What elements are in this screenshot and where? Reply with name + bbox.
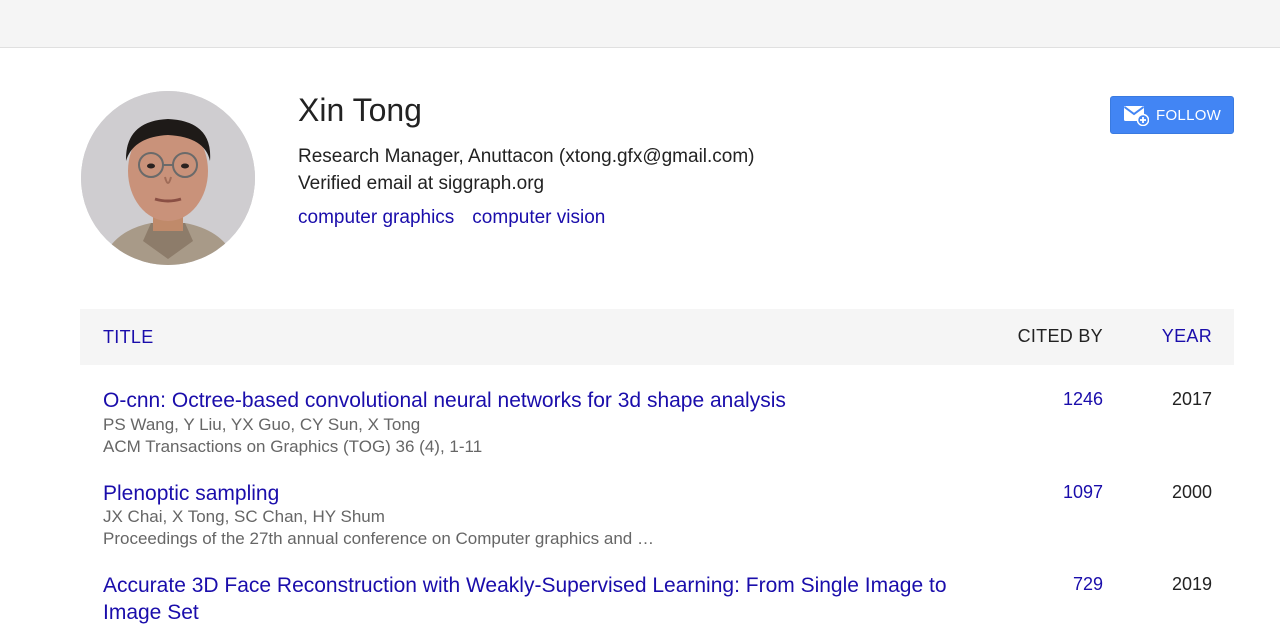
email-plus-icon (1123, 104, 1149, 126)
sort-by-year[interactable]: YEAR (1162, 326, 1212, 347)
cited-by-link[interactable]: 1097 (1063, 482, 1103, 503)
paper-year: 2017 (1171, 389, 1212, 409)
follow-button[interactable]: FOLLOW (1110, 96, 1234, 134)
paper-year: 2019 (1171, 574, 1212, 594)
profile-name: Xin Tong (298, 92, 422, 128)
paper-authors: JX Chai, X Tong, SC Chan, HY Shum (103, 507, 385, 526)
paper-year: 2000 (1171, 482, 1212, 502)
interest-link-computer-vision[interactable]: computer vision (472, 207, 605, 228)
sort-by-cited[interactable]: CITED BY (1018, 326, 1103, 347)
paper-authors: PS Wang, Y Liu, YX Guo, CY Sun, X Tong (103, 415, 421, 434)
profile-verified-email: Verified email at siggraph.org (298, 173, 545, 194)
sort-by-title[interactable]: TITLE (103, 327, 154, 348)
interests-list: computer graphics computer vision (298, 207, 623, 229)
interest-link-computer-graphics[interactable]: computer graphics (298, 207, 454, 228)
table-header: TITLE CITED BY YEAR (80, 309, 1234, 365)
top-bar (0, 0, 1280, 48)
paper-title-link[interactable]: Accurate 3D Face Reconstruction with Wea… (103, 572, 983, 626)
paper-title-link[interactable]: O-cnn: Octree-based convolutional neural… (103, 387, 983, 414)
cited-by-link[interactable]: 729 (1073, 574, 1103, 595)
person-photo-icon (81, 91, 255, 265)
paper-title-link[interactable]: Plenoptic sampling (103, 480, 983, 507)
follow-label: FOLLOW (1156, 106, 1222, 124)
paper-venue: ACM Transactions on Graphics (TOG) 36 (4… (103, 437, 483, 456)
avatar (81, 91, 255, 265)
cited-by-link[interactable]: 1246 (1063, 389, 1103, 410)
profile-affiliation: Research Manager, Anuttacon (xtong.gfx@g… (298, 146, 755, 167)
paper-venue: Proceedings of the 27th annual conferenc… (103, 529, 654, 548)
